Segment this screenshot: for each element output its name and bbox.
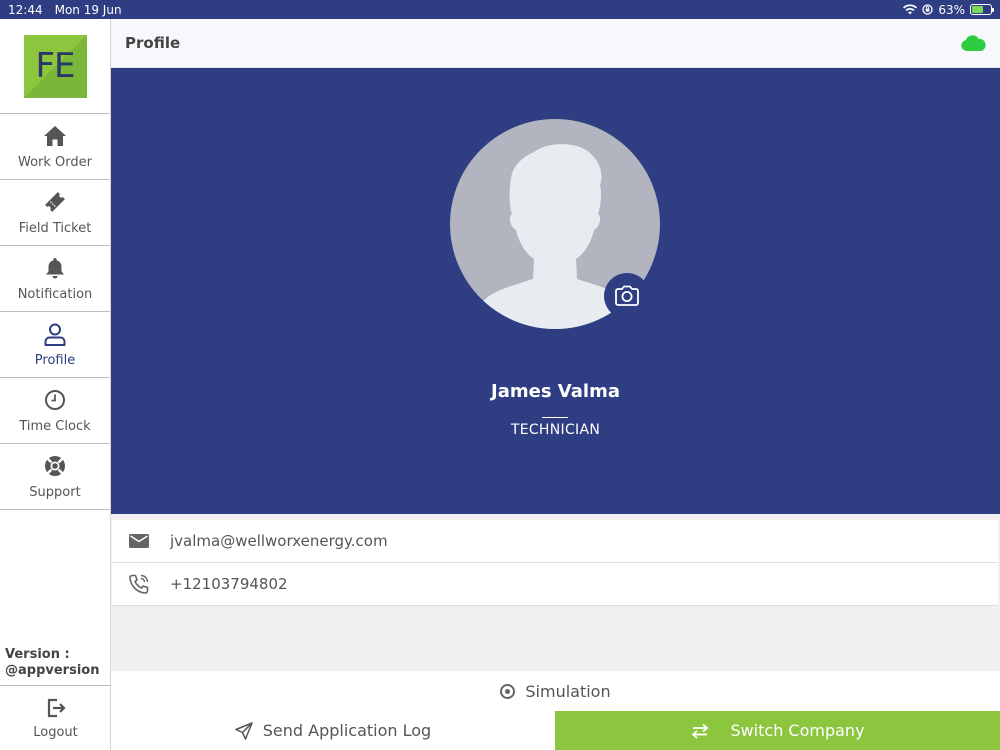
- page-header: Profile: [111, 19, 1000, 68]
- cloud-icon[interactable]: [960, 34, 986, 52]
- clock-icon: [45, 390, 65, 410]
- email-value: jvalma@wellworxenergy.com: [170, 532, 388, 550]
- battery-percent: 63%: [938, 2, 965, 17]
- profile-name: James Valma: [491, 381, 620, 402]
- sidebar-item-notification[interactable]: Notification: [0, 246, 110, 312]
- switch-company-label: Switch Company: [730, 721, 865, 740]
- simulation-radio[interactable]: [500, 683, 516, 699]
- logo-text: FE: [35, 46, 75, 86]
- app-version: Version : @appversion: [5, 647, 99, 679]
- logout-icon: [47, 698, 66, 717]
- phone-icon: [129, 574, 149, 594]
- company-logo: FE: [23, 34, 87, 98]
- page-title: Profile: [125, 34, 181, 52]
- sidebar-item-label: Time Clock: [19, 419, 91, 434]
- sidebar-item-label: Notification: [17, 287, 93, 302]
- ticket-icon: [45, 192, 65, 212]
- version-label: Version :: [5, 647, 70, 662]
- switch-company-button[interactable]: Switch Company: [555, 711, 1000, 750]
- home-icon: [44, 126, 66, 146]
- radio-dot: [505, 688, 511, 694]
- phone-row: +12103794802: [112, 563, 998, 606]
- battery-fill: [972, 6, 984, 13]
- sidebar-item-label: Field Ticket: [18, 221, 92, 236]
- camera-icon: [615, 285, 639, 306]
- sidebar-item-label: Support: [29, 485, 81, 500]
- simulation-label: Simulation: [525, 681, 611, 701]
- send-icon: [235, 721, 253, 740]
- name-divider: [542, 417, 568, 418]
- sidebar-item-time-clock[interactable]: Time Clock: [0, 378, 110, 444]
- logo-area: FE: [0, 19, 110, 114]
- version-value: @appversion: [5, 663, 100, 678]
- sidebar-item-profile[interactable]: Profile: [0, 312, 110, 378]
- change-photo-button[interactable]: [604, 273, 650, 319]
- sidebar-item-support[interactable]: Support: [0, 444, 110, 510]
- profile-role: TECHNICIAN: [510, 422, 601, 438]
- sidebar-item-work-order[interactable]: Work Order: [0, 114, 110, 180]
- orientation-lock-icon: [922, 4, 933, 15]
- simulation-option[interactable]: Simulation: [111, 671, 1000, 711]
- sidebar-item-label: Work Order: [18, 155, 92, 170]
- contact-section: jvalma@wellworxenergy.com +12103794802: [111, 514, 1000, 671]
- sidebar-item-field-ticket[interactable]: Field Ticket: [0, 180, 110, 246]
- sidebar: FE Work Order Field Ticket Notification …: [0, 19, 111, 750]
- profile-banner: James Valma TECHNICIAN: [111, 68, 1000, 514]
- status-bar: 12:44 Mon 19 Jun 63%: [0, 0, 1000, 19]
- lifebuoy-icon: [45, 456, 65, 476]
- swap-arrows-icon: [692, 723, 709, 739]
- status-date: Mon 19 Jun: [54, 2, 122, 17]
- bell-icon: [46, 258, 64, 279]
- logout-button[interactable]: Logout: [0, 685, 111, 750]
- email-row: jvalma@wellworxenergy.com: [112, 520, 998, 563]
- sidebar-item-label: Profile: [34, 353, 76, 368]
- send-application-log-button[interactable]: Send Application Log: [111, 711, 555, 750]
- status-time: 12:44: [8, 2, 43, 17]
- phone-value: +12103794802: [170, 575, 288, 593]
- wifi-icon: [903, 4, 918, 15]
- battery-icon: [970, 4, 994, 15]
- logout-label: Logout: [33, 724, 78, 740]
- send-log-label: Send Application Log: [262, 721, 432, 740]
- email-icon: [129, 534, 149, 548]
- user-icon: [44, 323, 66, 346]
